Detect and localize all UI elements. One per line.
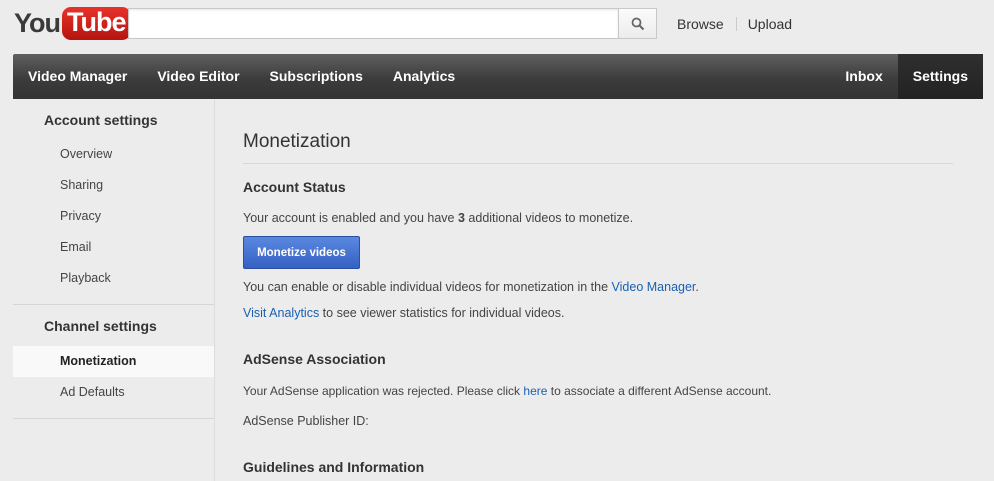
rejected-prefix: Your AdSense application was rejected. P… [243,384,524,398]
nav-settings[interactable]: Settings [897,54,983,99]
title-divider [243,163,953,164]
top-links: Browse Upload [677,16,792,32]
enable-prefix: You can enable or disable individual vid… [243,280,612,294]
sidebar-item-overview[interactable]: Overview [13,139,214,170]
nav-video-manager[interactable]: Video Manager [13,54,142,99]
account-settings-heading: Account settings [44,112,158,128]
guidelines-heading: Guidelines and Information [243,459,425,475]
channel-settings-heading: Channel settings [44,318,157,334]
adsense-rejected-text: Your AdSense application was rejected. P… [243,384,771,398]
video-manager-link[interactable]: Video Manager [612,280,696,294]
enable-end: . [695,280,699,294]
account-status-heading: Account Status [243,179,346,195]
nav-inbox[interactable]: Inbox [830,54,897,99]
nav-subscriptions[interactable]: Subscriptions [255,54,378,99]
search-button[interactable] [618,8,657,39]
sidebar-item-monetization[interactable]: Monetization [13,346,214,377]
masthead: You Tube Browse Upload [0,0,994,52]
adsense-heading: AdSense Association [243,351,386,367]
sidebar-item-email[interactable]: Email [13,232,214,263]
search-input[interactable] [128,8,618,39]
here-link[interactable]: here [523,384,547,398]
page-title: Monetization [243,131,351,152]
settings-sidebar: Account settings Overview Sharing Privac… [13,99,215,481]
visit-analytics-link[interactable]: Visit Analytics [243,306,319,320]
browse-link[interactable]: Browse [677,16,724,32]
nav-analytics[interactable]: Analytics [378,54,470,99]
enable-text: You can enable or disable individual vid… [243,280,699,294]
sidebar-item-ad-defaults[interactable]: Ad Defaults [13,377,214,408]
logo-tube: Tube [62,6,131,40]
search-icon [631,17,644,30]
video-count: 3 [457,211,465,225]
status-prefix: Your account is enabled and you have [243,211,458,225]
analytics-text: Visit Analytics to see viewer statistics… [243,306,564,320]
account-status-text: Your account is enabled and you have 3 a… [243,211,633,225]
youtube-logo[interactable]: You Tube [14,4,131,42]
status-suffix: additional videos to monetize. [464,211,634,225]
sidebar-divider [13,418,214,419]
rejected-suffix: to associate a different AdSense account… [547,384,772,398]
sidebar-item-playback[interactable]: Playback [13,263,214,294]
upload-link[interactable]: Upload [748,16,792,32]
monetize-videos-button[interactable]: Monetize videos [243,236,360,269]
analytics-suffix: to see viewer statistics for individual … [319,306,565,320]
nav-video-editor[interactable]: Video Editor [142,54,254,99]
sidebar-item-sharing[interactable]: Sharing [13,170,214,201]
sidebar-item-privacy[interactable]: Privacy [13,201,214,232]
sidebar-divider [13,304,214,305]
logo-you: You [14,7,61,38]
search-bar [128,8,657,39]
main-nav: Video Manager Video Editor Subscriptions… [13,54,983,99]
adsense-publisher-id-label: AdSense Publisher ID: [243,414,369,428]
divider [735,17,737,31]
